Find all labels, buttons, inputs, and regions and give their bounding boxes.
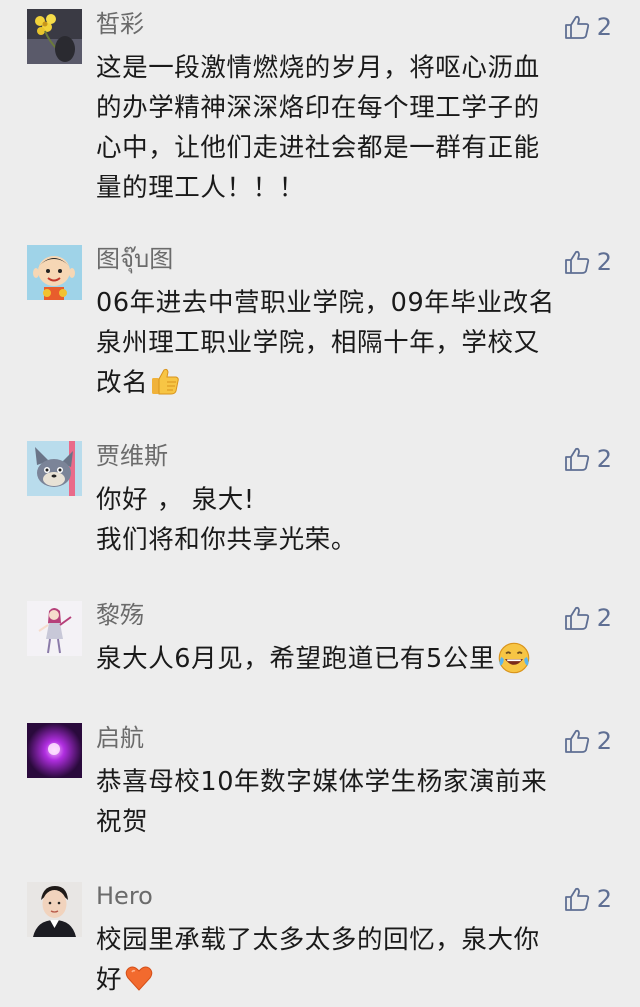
- laughing-tears-emoji: [498, 642, 530, 674]
- thumbs-up-icon: [564, 887, 589, 911]
- purple-glow-avatar[interactable]: [27, 723, 82, 778]
- like-button[interactable]: 2: [563, 725, 612, 757]
- comment-text-line: 校园里承载了太多太多的回忆，泉大你: [96, 925, 540, 955]
- comment-text: 恭喜母校10年数字媒体学生杨家演前来 祝贺: [96, 762, 616, 842]
- comment-text-line: 我们将和你共享光荣。: [96, 525, 358, 555]
- like-button[interactable]: 2: [563, 11, 612, 43]
- anime-girl-avatar[interactable]: [27, 601, 82, 656]
- flower-portrait-avatar[interactable]: [27, 9, 82, 64]
- like-count: 2: [596, 727, 612, 755]
- like-count: 2: [596, 445, 612, 473]
- comment-nickname[interactable]: 黎殇: [96, 599, 144, 631]
- thumbs-up-icon: [564, 447, 589, 471]
- cartoon-boy-avatar[interactable]: [27, 245, 82, 300]
- comment-text-line: 的办学精神深深烙印在每个理工学子的: [96, 93, 540, 123]
- comment-text-line: 泉大人6月见，希望跑道已有5公里: [96, 639, 616, 679]
- comment-nickname[interactable]: 皙彩: [96, 8, 144, 40]
- comment-text: 你好 ， 泉大! 我们将和你共享光荣。: [96, 480, 616, 560]
- comment-nickname[interactable]: 图จุ๊บ图: [96, 243, 173, 275]
- comment-text-segment: 改名: [96, 368, 149, 398]
- thumbs-up-emoji: [152, 368, 179, 395]
- comment-text-line: 恭喜母校10年数字媒体学生杨家演前来: [96, 767, 548, 797]
- like-button[interactable]: 2: [563, 602, 612, 634]
- comment-text-segment: 好: [96, 965, 123, 995]
- like-button[interactable]: 2: [563, 246, 612, 278]
- comment-text-line: 泉州理工职业学院，相隔十年，学校又: [96, 328, 540, 358]
- comment-text-segment: 泉大人6月见，希望跑道已有5公里: [96, 644, 496, 674]
- comment-nickname[interactable]: 贾维斯: [96, 440, 168, 472]
- comment-text: 泉大人6月见，希望跑道已有5公里: [96, 639, 616, 679]
- comment-text: 这是一段激情燃烧的岁月，将呕心沥血 的办学精神深深烙印在每个理工学子的 心中，让…: [96, 48, 616, 208]
- comment-nickname[interactable]: 启航: [96, 722, 144, 754]
- comment-text-line: 你好 ， 泉大!: [96, 485, 255, 515]
- thumbs-up-icon: [564, 250, 589, 274]
- comment-text-line: 这是一段激情燃烧的岁月，将呕心沥血: [96, 53, 540, 83]
- like-count: 2: [596, 604, 612, 632]
- comment-text-line: 量的理工人！！！: [96, 173, 305, 203]
- thumbs-up-icon: [564, 729, 589, 753]
- orange-heart-emoji: [125, 966, 153, 991]
- like-count: 2: [596, 248, 612, 276]
- comment-nickname[interactable]: Hero: [96, 880, 153, 912]
- like-count: 2: [596, 885, 612, 913]
- thumbs-up-icon: [564, 15, 589, 39]
- comment-text-line: 改名: [96, 363, 616, 403]
- like-button[interactable]: 2: [563, 883, 612, 915]
- comment-text: 06年进去中营职业学院，09年毕业改名 泉州理工职业学院，相隔十年，学校又 改名: [96, 283, 616, 403]
- like-count: 2: [596, 13, 612, 41]
- thumbs-up-icon: [564, 606, 589, 630]
- young-man-portrait-avatar[interactable]: [27, 882, 82, 937]
- comment-text-line: 祝贺: [96, 807, 149, 837]
- comment-text-line: 06年进去中营职业学院，09年毕业改名: [96, 288, 555, 318]
- like-button[interactable]: 2: [563, 443, 612, 475]
- cartoon-cat-avatar[interactable]: [27, 441, 82, 496]
- comment-text: 校园里承载了太多太多的回忆，泉大你 好: [96, 920, 616, 1000]
- comment-text-line: 好: [96, 960, 616, 1000]
- comment-text-line: 心中，让他们走进社会都是一群有正能: [96, 133, 540, 163]
